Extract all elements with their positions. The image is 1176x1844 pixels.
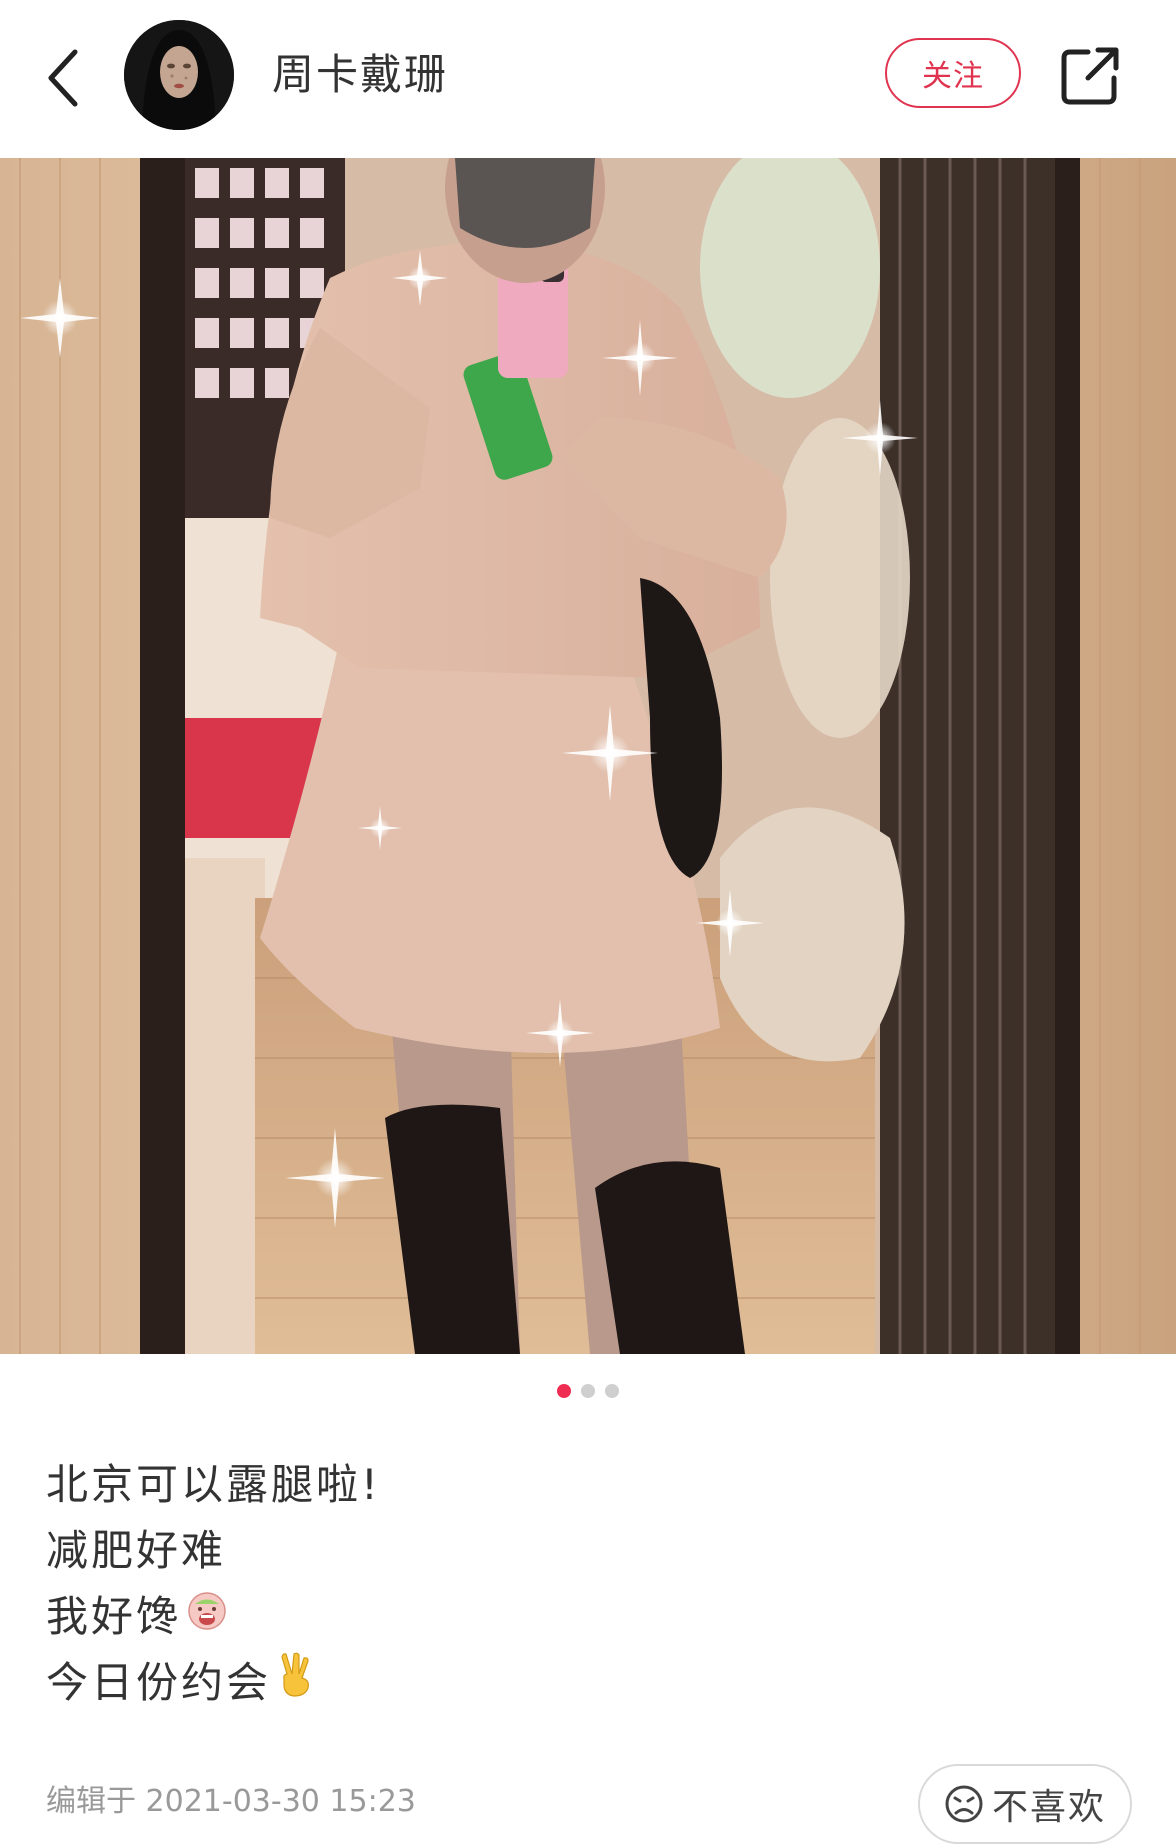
edit-timestamp: 编辑于 2021-03-30 15:23 (46, 1784, 416, 1819)
avatar-image (124, 20, 234, 130)
follow-button[interactable]: 关注 (885, 38, 1021, 108)
dislike-label: 不喜欢 (991, 1787, 1106, 1828)
post-content: 北京可以露腿啦! 减肥好难 我好馋 今日份约会 (46, 1452, 1126, 1716)
post-photo[interactable] (0, 158, 1176, 1354)
back-button[interactable] (36, 38, 88, 118)
avatar[interactable] (124, 20, 234, 130)
frown-face-icon (945, 1785, 983, 1823)
chevron-left-icon (48, 49, 78, 107)
drooling-face-emoji-icon (187, 1584, 227, 1650)
post-meta: 编辑于 2021-03-30 15:23 不喜欢 (0, 1760, 1176, 1844)
post-line-3: 我好馋 (46, 1584, 1126, 1650)
top-bar: 周卡戴珊 关注 (0, 0, 1176, 158)
post-line-text: 我好馋 (46, 1592, 182, 1641)
mirror-selfie-image (0, 158, 1176, 1354)
carousel-dot-2[interactable] (581, 1384, 595, 1398)
author-name[interactable]: 周卡戴珊 (272, 47, 448, 103)
post-line-1: 北京可以露腿啦! (46, 1452, 1126, 1518)
post-line-text: 今日份约会 (46, 1658, 272, 1707)
post-line-text: 减肥好难 (46, 1526, 227, 1575)
victory-hand-emoji-icon (277, 1650, 317, 1717)
carousel-dot-1[interactable] (557, 1384, 571, 1398)
post-line-text: 北京可以露腿啦! (46, 1460, 381, 1509)
post-line-2: 减肥好难 (46, 1518, 1126, 1584)
share-external-icon (1061, 47, 1119, 105)
dislike-button[interactable]: 不喜欢 (918, 1764, 1132, 1844)
carousel-dot-3[interactable] (605, 1384, 619, 1398)
post-line-4: 今日份约会 (46, 1650, 1126, 1716)
share-button[interactable] (1058, 44, 1122, 108)
carousel-indicator (0, 1384, 1176, 1400)
